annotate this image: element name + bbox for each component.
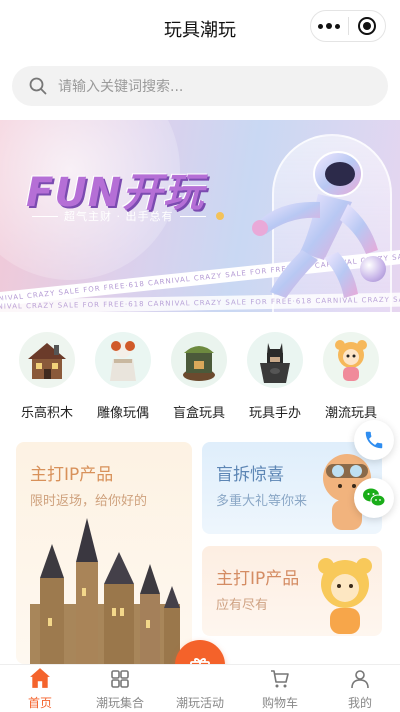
- banner-subline: 超气主财 · 出手总有: [32, 208, 224, 224]
- category-row: 乐高积木 雕像玩偶 盲盒玩具 玩具手办 潮流玩具: [0, 312, 400, 430]
- category-label: 雕像玩偶: [96, 406, 149, 421]
- search-section: 请输入关键词搜索...: [0, 56, 400, 120]
- category-label: 玩具手办: [248, 406, 301, 421]
- category-figure[interactable]: 玩具手办: [240, 332, 310, 421]
- tab-profile[interactable]: 我的: [320, 665, 400, 712]
- promo-banner[interactable]: CARNIVAL CRAZY SALE FOR FREE·618 CARNIVA…: [0, 120, 400, 312]
- category-statue[interactable]: 雕像玩偶: [88, 332, 158, 421]
- ip-product-card[interactable]: 主打IP产品 应有尽有: [202, 546, 382, 636]
- cart-icon: [271, 670, 289, 688]
- tab-collection[interactable]: 潮玩集合: [80, 665, 160, 712]
- tab-label: 购物车: [261, 696, 298, 710]
- tab-activity[interactable]: 潮玩活动: [160, 665, 240, 712]
- batman-figure-image: [247, 332, 303, 388]
- category-label: 盲盒玩具: [172, 406, 225, 421]
- category-lego[interactable]: 乐高积木: [12, 332, 82, 421]
- category-label: 乐高积木: [20, 406, 73, 421]
- card-subtitle: 限时返场，给你好的: [30, 494, 148, 509]
- tab-label: 潮玩活动: [175, 696, 224, 710]
- ip-figure: [318, 558, 372, 634]
- card-title: 主打IP产品: [216, 569, 300, 589]
- card-subtitle: 应有尽有: [216, 598, 269, 613]
- trend-toy-image: [323, 332, 379, 388]
- wechat-contact-button[interactable]: [354, 478, 394, 518]
- tab-label: 我的: [347, 696, 372, 710]
- category-blindbox[interactable]: 盲盒玩具: [164, 332, 234, 421]
- grid-icon: [111, 670, 129, 688]
- main-ip-card[interactable]: 主打IP产品 限时返场，给你好的: [16, 442, 192, 664]
- phone-contact-button[interactable]: [354, 420, 394, 460]
- home-icon: [30, 668, 50, 688]
- wechat-icon: [363, 488, 386, 507]
- promo-cards: 主打IP产品 限时返场，给你好的 盲拆惊喜 多重大礼等你来 主打IP产品 应有尽…: [0, 430, 400, 664]
- search-placeholder: 请输入关键词搜索...: [58, 79, 184, 95]
- phone-icon: [365, 431, 383, 449]
- category-label: 潮流玩具: [324, 406, 377, 421]
- card-title: 盲拆惊喜: [216, 465, 284, 485]
- mini-program-capsule: [310, 10, 386, 42]
- top-bar: 玩具潮玩: [0, 0, 400, 56]
- more-dots-icon: [318, 23, 324, 29]
- category-trend[interactable]: 潮流玩具: [316, 332, 386, 421]
- search-input[interactable]: 请输入关键词搜索...: [12, 66, 388, 106]
- more-options-button[interactable]: [311, 11, 348, 41]
- card-title: 主打IP产品: [30, 465, 114, 485]
- close-mini-program-button[interactable]: [348, 11, 385, 41]
- card-subtitle: 多重大礼等你来: [216, 494, 308, 509]
- tab-label: 首页: [27, 696, 52, 710]
- target-icon: [357, 17, 376, 35]
- castle-image: [30, 518, 180, 664]
- bottom-tab-bar: 首页 潮玩集合 潮玩活动 购物车 我的: [0, 664, 400, 712]
- clown-figure-image: [95, 332, 151, 388]
- banner-orb: [360, 256, 386, 282]
- tab-label: 潮玩集合: [95, 696, 144, 710]
- lego-house-image: [19, 332, 75, 388]
- tab-home[interactable]: 首页: [0, 665, 80, 712]
- search-icon: [29, 77, 47, 95]
- tab-cart[interactable]: 购物车: [240, 665, 320, 712]
- user-icon: [351, 670, 369, 689]
- blind-box-card[interactable]: 盲拆惊喜 多重大礼等你来: [202, 442, 382, 534]
- blind-box-image: [171, 332, 227, 388]
